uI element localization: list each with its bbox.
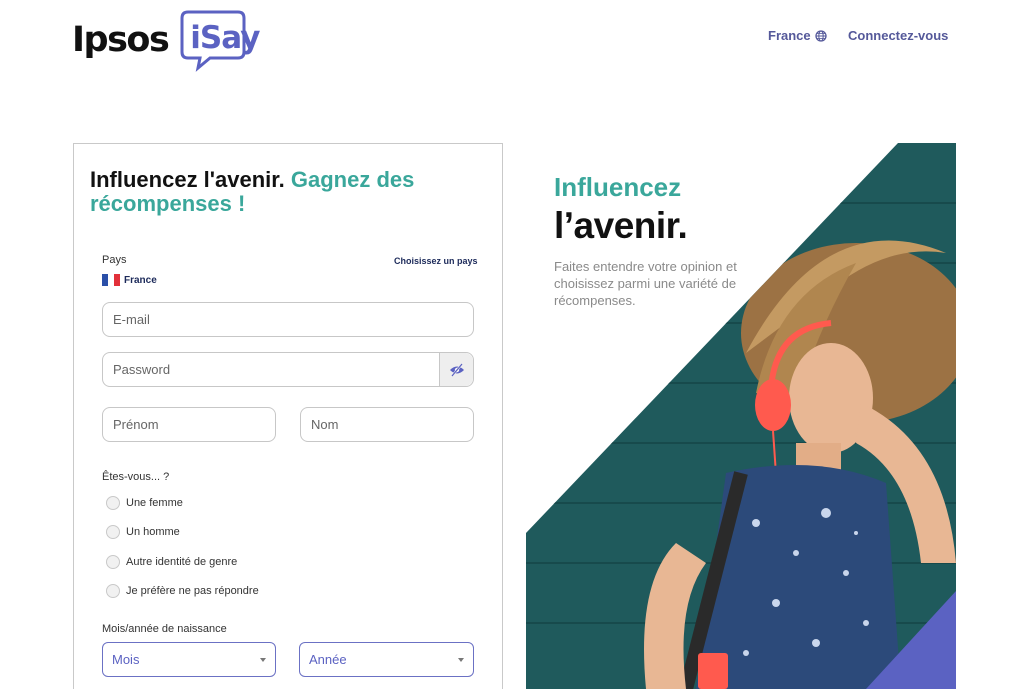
gender-option-label: Autre identité de genre xyxy=(126,556,238,568)
birth-date-label: Mois/année de naissance xyxy=(102,623,227,635)
headphones-cup xyxy=(755,379,791,431)
globe-icon xyxy=(814,29,827,42)
gender-option-female[interactable]: Une femme xyxy=(106,496,183,510)
email-field[interactable]: E-mail xyxy=(102,302,474,337)
birth-year-value: Année xyxy=(309,652,347,667)
form-title-part1: Influencez l'avenir. xyxy=(90,167,285,192)
country-selector-label: France xyxy=(768,28,811,43)
registration-form-card: Influencez l'avenir. Gagnez des récompen… xyxy=(73,143,503,689)
gender-option-male[interactable]: Un homme xyxy=(106,525,180,539)
chevron-down-icon xyxy=(260,658,266,662)
ipsos-isay-logo[interactable]: Ipsos iSay xyxy=(72,8,260,72)
password-field[interactable]: Password xyxy=(102,352,474,387)
email-placeholder: E-mail xyxy=(113,312,150,327)
form-title: Influencez l'avenir. Gagnez des récompen… xyxy=(90,168,490,216)
isay-speech-bubble-logo: iSay xyxy=(180,8,260,72)
gender-option-label: Je préfère ne pas répondre xyxy=(126,585,259,597)
gender-option-prefer-not[interactable]: Je préfère ne pas répondre xyxy=(106,584,259,598)
lastname-placeholder: Nom xyxy=(311,417,339,432)
firstname-placeholder: Prénom xyxy=(113,417,159,432)
login-link[interactable]: Connectez-vous xyxy=(848,28,948,43)
radio-button[interactable] xyxy=(106,496,120,510)
firstname-field[interactable]: Prénom xyxy=(102,407,276,442)
eye-slash-icon xyxy=(449,362,464,377)
france-flag-icon xyxy=(102,274,120,286)
gender-option-other[interactable]: Autre identité de genre xyxy=(106,555,237,569)
selected-country-value: France xyxy=(124,274,157,286)
phone xyxy=(698,653,728,689)
logo-ipsos-text: Ipsos xyxy=(72,20,170,60)
country-selector[interactable]: France xyxy=(768,28,827,43)
chevron-down-icon xyxy=(458,658,464,662)
radio-button[interactable] xyxy=(106,555,120,569)
birth-month-select[interactable]: Mois xyxy=(102,642,276,677)
gender-option-label: Une femme xyxy=(126,497,183,509)
password-placeholder: Password xyxy=(113,362,171,377)
password-visibility-toggle[interactable] xyxy=(439,353,473,386)
gender-question-label: Êtes-vous... ? xyxy=(102,471,170,483)
radio-button[interactable] xyxy=(106,584,120,598)
birth-month-value: Mois xyxy=(112,652,140,667)
selected-country: France xyxy=(102,274,157,286)
logo-isay-text: iSay xyxy=(190,20,260,56)
gender-option-label: Un homme xyxy=(126,526,180,538)
choose-country-link[interactable]: Choisissez un pays xyxy=(394,256,478,266)
hero-title-line1: Influencez xyxy=(554,172,682,202)
birth-year-select[interactable]: Année xyxy=(299,642,474,677)
hero-description: Faites entendre votre opinion et choisis… xyxy=(554,259,737,308)
country-field-label: Pays xyxy=(102,254,127,266)
radio-button[interactable] xyxy=(106,525,120,539)
lastname-field[interactable]: Nom xyxy=(300,407,474,442)
hero-title-line2: l’avenir. xyxy=(554,205,688,246)
